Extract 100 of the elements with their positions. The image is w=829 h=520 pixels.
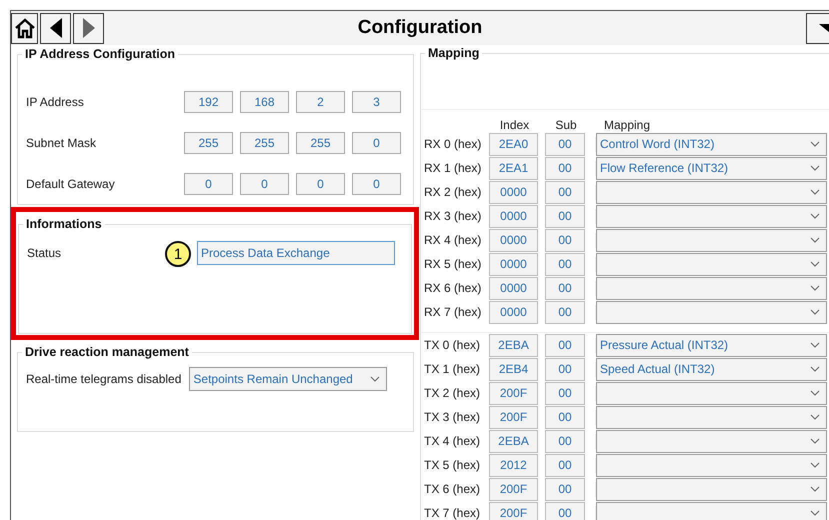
index-field[interactable]: 0000 (489, 204, 538, 228)
chevron-down-icon (810, 486, 820, 492)
chevron-down-icon (810, 462, 820, 468)
chevron-down-icon (810, 141, 820, 147)
dropdown[interactable]: Flow Reference (INT32) (596, 156, 827, 180)
octet-field[interactable]: 168 (240, 90, 289, 112)
sub-field[interactable]: 00 (545, 180, 585, 204)
menu-button[interactable] (806, 12, 829, 44)
dropdown[interactable] (596, 406, 827, 428)
sub-field[interactable]: 00 (545, 382, 585, 404)
chevron-down-icon (810, 390, 820, 396)
down-triangle-icon (819, 24, 829, 32)
octet-field[interactable]: 192 (184, 90, 233, 112)
group-title: Informations (23, 217, 105, 231)
chevron-down-icon (810, 414, 820, 420)
sub-field[interactable]: 00 (545, 276, 585, 300)
sub-field[interactable]: 00 (545, 156, 585, 180)
home-button[interactable] (11, 12, 38, 44)
callout-badge: 1 (165, 241, 191, 267)
sub-field[interactable]: 00 (545, 478, 585, 500)
sub-field[interactable]: 00 (545, 334, 585, 356)
octet-field[interactable]: 255 (240, 132, 289, 154)
octet-field[interactable]: 3 (352, 90, 401, 112)
chevron-down-icon (810, 342, 820, 348)
octet-field[interactable]: 2 (296, 90, 345, 112)
column-header: Mapping (604, 118, 650, 132)
dropdown[interactable] (596, 382, 827, 404)
index-field[interactable]: 2012 (489, 454, 538, 476)
chevron-down-icon (810, 309, 820, 315)
octet-field[interactable]: 255 (296, 132, 345, 154)
index-field[interactable]: 0000 (489, 252, 538, 276)
row-label: RX 2 (hex) (423, 185, 482, 199)
dropdown[interactable]: Setpoints Remain Unchanged (189, 367, 388, 391)
dropdown[interactable] (596, 180, 827, 204)
sub-field[interactable]: 00 (545, 204, 585, 228)
row-label: TX 2 (hex) (423, 386, 482, 400)
octet-field[interactable]: 0 (240, 172, 289, 194)
sub-field[interactable]: 00 (545, 430, 585, 452)
dropdown[interactable] (596, 228, 827, 252)
sub-field[interactable]: 00 (545, 502, 585, 520)
dropdown[interactable] (596, 204, 827, 228)
dropdown[interactable] (596, 276, 827, 300)
chevron-down-icon (810, 189, 820, 195)
row-label: TX 6 (hex) (423, 482, 482, 496)
index-field[interactable]: 2EBA (489, 430, 538, 452)
sub-field[interactable]: 00 (545, 132, 585, 156)
index-field[interactable]: 200F (489, 478, 538, 500)
octet-field[interactable]: 0 (184, 172, 233, 194)
octet-field[interactable]: 0 (352, 132, 401, 154)
row-label: TX 3 (hex) (423, 410, 482, 424)
left-arrow-icon (50, 18, 62, 38)
index-field[interactable]: 0000 (489, 180, 538, 204)
dropdown[interactable]: Pressure Actual (INT32) (596, 334, 827, 356)
row-label: RX 6 (hex) (423, 281, 482, 295)
sub-field[interactable]: 00 (545, 454, 585, 476)
dropdown[interactable] (596, 502, 827, 520)
index-field[interactable]: 0000 (489, 276, 538, 300)
field-label: Default Gateway (26, 176, 116, 190)
dropdown[interactable] (596, 454, 827, 476)
row-label: TX 1 (hex) (423, 362, 482, 376)
right-arrow-icon (82, 18, 94, 38)
page-title: Configuration (358, 17, 482, 39)
row-label: RX 1 (hex) (423, 161, 482, 175)
dropdown[interactable] (596, 300, 827, 324)
home-icon (14, 17, 36, 39)
index-field[interactable]: 2EB4 (489, 358, 538, 380)
index-field[interactable]: 0000 (489, 228, 538, 252)
index-field[interactable]: 2EBA (489, 334, 538, 356)
dropdown[interactable] (596, 430, 827, 452)
index-field[interactable]: 200F (489, 406, 538, 428)
chevron-down-icon (810, 285, 820, 291)
index-field[interactable]: 0000 (489, 300, 538, 324)
row-label: TX 5 (hex) (423, 458, 482, 472)
sub-field[interactable]: 00 (545, 228, 585, 252)
octet-field[interactable]: 0 (296, 172, 345, 194)
dropdown[interactable] (596, 478, 827, 500)
index-field[interactable]: 2EA0 (489, 132, 538, 156)
index-field[interactable]: 200F (489, 502, 538, 520)
chevron-down-icon (810, 165, 820, 171)
row-label: TX 0 (hex) (423, 338, 482, 352)
sub-field[interactable]: 00 (545, 406, 585, 428)
chevron-down-icon (810, 510, 820, 516)
dropdown[interactable] (596, 252, 827, 276)
sub-field[interactable]: 00 (545, 300, 585, 324)
octet-field[interactable]: 255 (184, 132, 233, 154)
dropdown[interactable]: Speed Actual (INT32) (596, 358, 827, 380)
row-label: RX 5 (hex) (423, 257, 482, 271)
back-button[interactable] (40, 12, 71, 44)
row-label: RX 4 (hex) (423, 233, 482, 247)
sub-field[interactable]: 00 (545, 252, 585, 276)
column-header: Index (498, 118, 530, 132)
index-field[interactable]: 200F (489, 382, 538, 404)
group-title: IP Address Configuration (22, 47, 178, 61)
index-field[interactable]: 2EA1 (489, 156, 538, 180)
octet-field[interactable]: 0 (352, 172, 401, 194)
row-label: TX 7 (hex) (423, 506, 482, 520)
chevron-down-icon (370, 376, 380, 382)
field-label: IP Address (26, 94, 85, 108)
sub-field[interactable]: 00 (545, 358, 585, 380)
dropdown[interactable]: Control Word (INT32) (596, 132, 827, 156)
